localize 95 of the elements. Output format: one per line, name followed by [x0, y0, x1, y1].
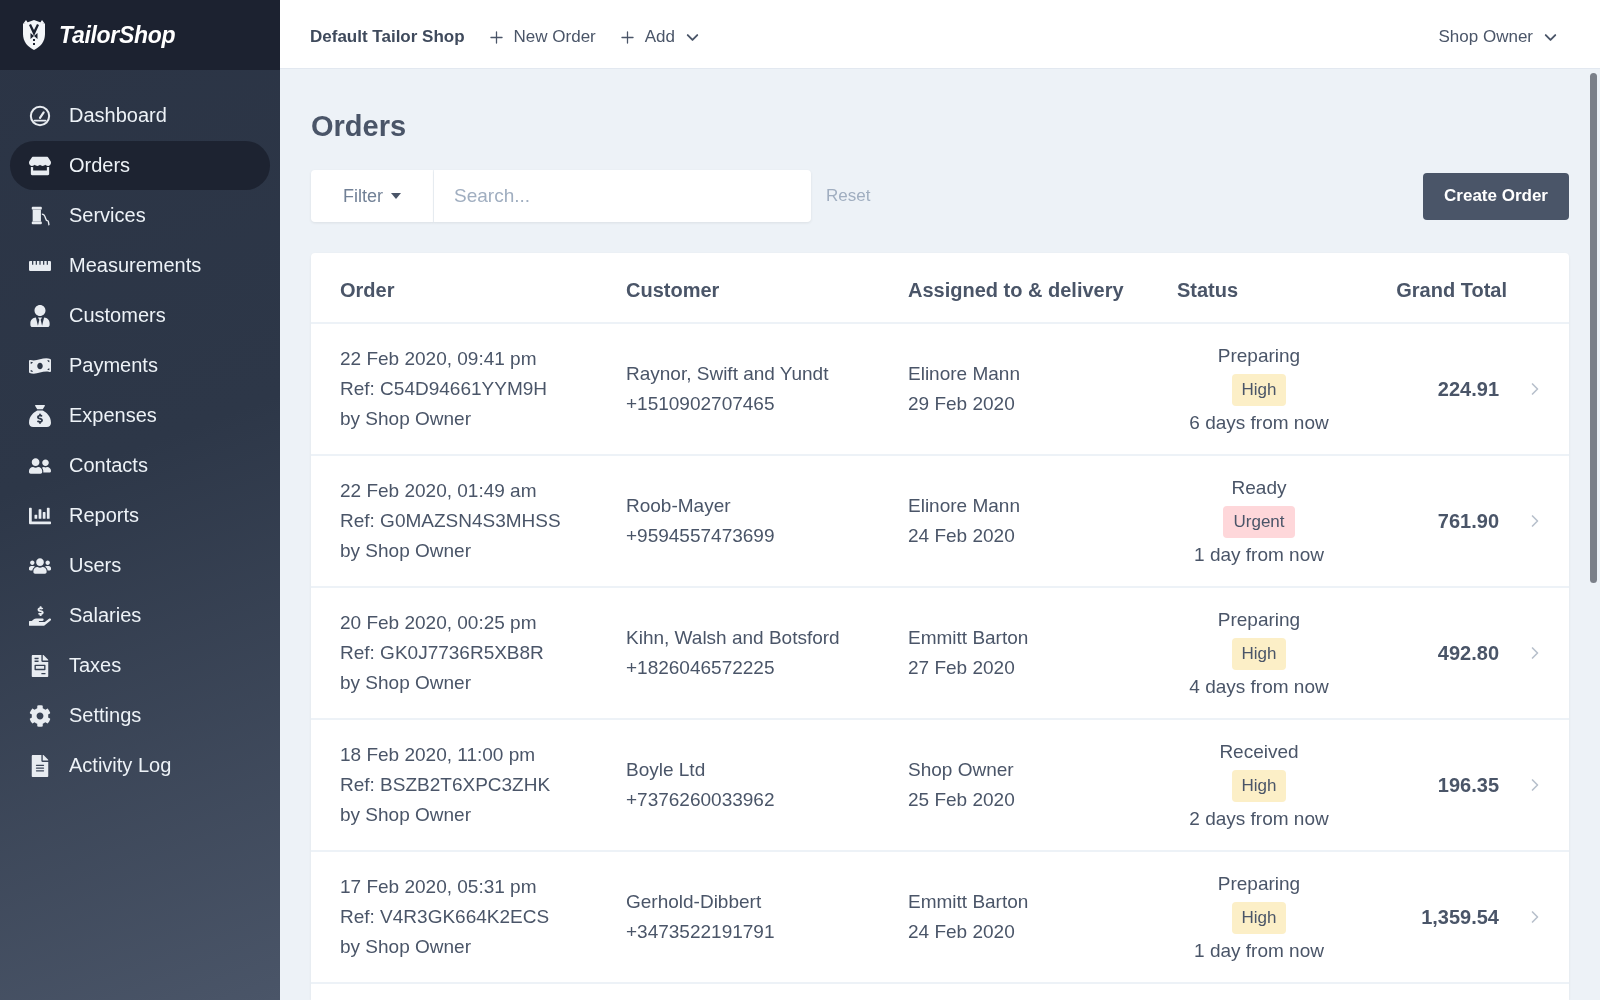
- nav-item[interactable]: Activity Log: [10, 741, 270, 790]
- order-creator: by Shop Owner: [340, 539, 471, 563]
- nav-item[interactable]: Salaries: [10, 591, 270, 640]
- document-icon: [29, 754, 51, 777]
- due-text: 6 days from now: [1189, 410, 1329, 435]
- column-header: Order: [340, 279, 395, 302]
- priority-badge: High: [1231, 637, 1287, 670]
- order-ref: Ref: GK0J7736R5XB8R: [340, 641, 544, 665]
- nav-item[interactable]: Reports: [10, 491, 270, 540]
- order-status: Preparing: [1217, 343, 1301, 368]
- customer-phone: +9594557473699: [626, 524, 775, 548]
- due-text: 1 day from now: [1194, 542, 1324, 567]
- brand-name: TailorShop: [59, 21, 176, 49]
- grand-total: 492.80: [1437, 641, 1499, 665]
- delivery-date: 29 Feb 2020: [908, 392, 1015, 416]
- due-text: 2 days from now: [1189, 806, 1329, 831]
- nav-item[interactable]: Expenses: [10, 391, 270, 440]
- nav-item[interactable]: Orders: [10, 141, 270, 190]
- order-ref: Ref: C54D94661YYM9H: [340, 377, 547, 401]
- column-header: Assigned to & delivery: [908, 279, 1124, 302]
- nav-item[interactable]: Dashboard: [10, 91, 270, 140]
- order-date: 22 Feb 2020, 01:49 am: [340, 479, 537, 503]
- assignee-name: Emmitt Barton: [908, 890, 1029, 914]
- priority-badge: High: [1231, 769, 1287, 802]
- order-status: Ready: [1231, 475, 1287, 500]
- nav-item[interactable]: Settings: [10, 691, 270, 740]
- order-creator: by Shop Owner: [340, 935, 471, 959]
- order-ref: Ref: BSZB2T6XPC3ZHK: [340, 773, 551, 797]
- order-status: Preparing: [1217, 607, 1301, 632]
- delivery-date: 27 Feb 2020: [908, 656, 1015, 680]
- column-header: Status: [1177, 279, 1239, 302]
- delivery-date: 24 Feb 2020: [908, 920, 1015, 944]
- nav-item[interactable]: Customers: [10, 291, 270, 340]
- hand-dollar-icon: [29, 604, 51, 627]
- order-creator: by Shop Owner: [340, 407, 471, 431]
- priority-badge: High: [1231, 373, 1287, 406]
- column-header: Grand Total: [1396, 279, 1507, 302]
- grand-total: 196.35: [1437, 773, 1499, 797]
- order-creator: by Shop Owner: [340, 803, 471, 827]
- nav-item[interactable]: Contacts: [10, 441, 270, 490]
- create-order-button[interactable]: Create Order: [1423, 172, 1569, 220]
- assignee-name: Elinore Mann: [908, 362, 1020, 386]
- grand-total: 224.91: [1437, 377, 1499, 401]
- filter-button[interactable]: Filter: [311, 170, 434, 222]
- priority-badge: Urgent: [1223, 505, 1295, 538]
- gauge-icon: [29, 104, 51, 127]
- scrollbar-thumb[interactable]: [1590, 73, 1597, 583]
- shield-logo-icon: [21, 19, 47, 51]
- customer-name: Boyle Ltd: [626, 758, 706, 782]
- due-text: 1 day from now: [1194, 938, 1324, 963]
- customer-phone: +1826046572225: [626, 656, 775, 680]
- nav-item[interactable]: Users: [10, 541, 270, 590]
- settings-icon: [29, 704, 51, 727]
- order-status: Preparing: [1217, 871, 1301, 896]
- storefront-icon: [29, 154, 51, 177]
- order-ref: Ref: V4R3GK664K2ECS: [340, 905, 550, 929]
- customer-name: Roob-Mayer: [626, 494, 731, 518]
- user-menu-button[interactable]: Shop Owner: [1438, 27, 1560, 47]
- order-creator: by Shop Owner: [340, 671, 471, 695]
- thread-spool-icon: [29, 204, 51, 227]
- customer-phone: +1510902707465: [626, 392, 775, 416]
- money-bag-icon: [29, 404, 51, 427]
- order-date: 18 Feb 2020, 11:00 pm: [340, 743, 536, 767]
- order-status: Received: [1219, 739, 1299, 764]
- order-date: 20 Feb 2020, 00:25 pm: [340, 611, 537, 635]
- assignee-name: Shop Owner: [908, 758, 1014, 782]
- invoice-icon: [29, 654, 51, 677]
- column-header: Customer: [626, 279, 720, 302]
- assignee-name: Elinore Mann: [908, 494, 1020, 518]
- grand-total: 1,359.54: [1421, 905, 1499, 929]
- top-action-button[interactable]: New Order: [486, 27, 596, 47]
- delivery-date: 24 Feb 2020: [908, 524, 1015, 548]
- nav-item[interactable]: Payments: [10, 341, 270, 390]
- order-ref: Ref: G0MAZSN4S3MHSS: [340, 509, 561, 533]
- customer-phone: +7376260033962: [626, 788, 775, 812]
- top-action-button[interactable]: Add: [617, 27, 702, 47]
- page-title: Orders: [311, 109, 408, 143]
- nav-item[interactable]: Services: [10, 191, 270, 240]
- grand-total: 761.90: [1437, 509, 1499, 533]
- nav-item[interactable]: Measurements: [10, 241, 270, 290]
- order-date: 22 Feb 2020, 09:41 pm: [340, 347, 537, 371]
- assignee-name: Emmitt Barton: [908, 626, 1029, 650]
- delivery-date: 25 Feb 2020: [908, 788, 1015, 812]
- customer-name: Raynor, Swift and Yundt: [626, 362, 829, 386]
- customer-phone: +3473522191791: [626, 920, 775, 944]
- search-field[interactable]: Search...: [434, 170, 811, 222]
- due-text: 4 days from now: [1189, 674, 1329, 699]
- user-tie-icon: [29, 304, 51, 327]
- priority-badge: High: [1231, 901, 1287, 934]
- customer-name: Gerhold-Dibbert: [626, 890, 762, 914]
- customer-name: Kihn, Walsh and Botsford: [626, 626, 840, 650]
- nav-item[interactable]: Taxes: [10, 641, 270, 690]
- order-date: 17 Feb 2020, 05:31 pm: [340, 875, 537, 899]
- caret-down-icon: [391, 193, 401, 199]
- shop-name: Default Tailor Shop: [310, 27, 465, 47]
